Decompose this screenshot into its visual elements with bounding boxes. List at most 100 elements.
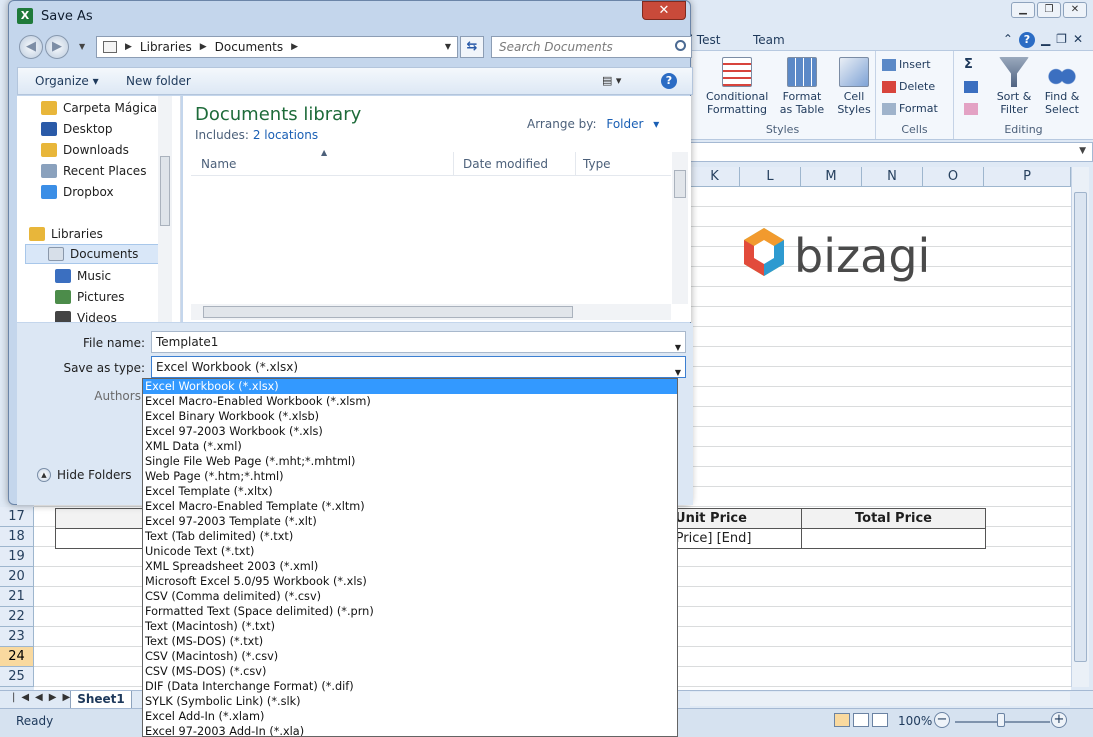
row-header-selected[interactable]: 24	[0, 647, 34, 667]
breadcrumb-libraries[interactable]: Libraries	[140, 40, 192, 54]
column-header[interactable]: O	[923, 167, 984, 187]
horizontal-scrollbar[interactable]	[690, 692, 1070, 706]
nav-item-carpeta-magica[interactable]: Carpeta Mágica	[41, 98, 157, 118]
nav-item-music[interactable]: Music	[55, 266, 111, 286]
column-type[interactable]: Type	[583, 157, 611, 171]
window-close-icon[interactable]: ✕	[1073, 32, 1083, 48]
nav-pane-scrollbar[interactable]	[158, 96, 172, 322]
insert-button[interactable]: Insert	[882, 58, 931, 71]
column-name[interactable]: Name	[201, 157, 236, 171]
column-separator[interactable]	[575, 152, 576, 176]
row-header[interactable]: 21	[0, 587, 34, 607]
tab-team[interactable]: Team	[753, 33, 785, 47]
formula-bar[interactable]: ▼	[690, 142, 1093, 162]
restore-icon[interactable]: ❐	[1037, 2, 1061, 18]
recent-pages-icon[interactable]: ▼	[79, 42, 85, 51]
dropdown-option[interactable]: Excel 97-2003 Template (*.xlt)	[143, 514, 677, 529]
file-list-vscroll-thumb[interactable]	[674, 170, 686, 198]
dropdown-option[interactable]: Excel Macro-Enabled Template (*.xltm)	[143, 499, 677, 514]
row-header[interactable]: 22	[0, 607, 34, 627]
formula-expand-icon[interactable]: ▼	[1079, 146, 1086, 156]
delete-button[interactable]: Delete	[882, 80, 935, 93]
row-header[interactable]: 25	[0, 667, 34, 687]
sheet-tab[interactable]: Sheet1	[70, 691, 132, 709]
column-header[interactable]: P	[984, 167, 1071, 187]
table-cell-total-price[interactable]	[801, 528, 986, 549]
row-header[interactable]: 20	[0, 567, 34, 587]
dialog-close-button[interactable]: ✕	[642, 1, 686, 20]
nav-item-dropbox[interactable]: Dropbox	[41, 182, 114, 202]
row-header[interactable]: 17	[0, 507, 34, 527]
page-layout-view-icon[interactable]	[853, 713, 869, 727]
clear-button[interactable]	[964, 103, 978, 115]
dropdown-option[interactable]: Text (Tab delimited) (*.txt)	[143, 529, 677, 544]
window-minimize-icon[interactable]: ▁	[1041, 32, 1050, 48]
file-list-hscroll-thumb[interactable]	[203, 306, 573, 318]
row-header[interactable]: 18	[0, 527, 34, 547]
help-icon[interactable]: ?	[661, 73, 677, 89]
locations-link[interactable]: 2 locations	[253, 128, 318, 142]
chevron-right-icon[interactable]: ▶	[125, 42, 132, 52]
refresh-icon[interactable]: ⇆	[460, 36, 484, 58]
file-list-vscroll[interactable]	[672, 152, 688, 304]
dropdown-option[interactable]: Unicode Text (*.txt)	[143, 544, 677, 559]
file-name-field[interactable]: Template1 ▼	[151, 331, 686, 353]
chevron-down-icon[interactable]: ▾	[653, 117, 659, 131]
chevron-right-icon[interactable]: ▶	[291, 42, 298, 52]
dropdown-option[interactable]: Excel Macro-Enabled Workbook (*.xlsm)	[143, 394, 677, 409]
column-header[interactable]: K	[690, 167, 740, 187]
change-view-button[interactable]: ▤ ▾	[602, 74, 621, 87]
nav-item-desktop[interactable]: Desktop	[41, 119, 113, 139]
nav-item-recent-places[interactable]: Recent Places	[41, 161, 146, 181]
column-header[interactable]: N	[862, 167, 923, 187]
cell-styles-button[interactable]: Cell Styles	[834, 57, 874, 116]
hide-folders-button[interactable]: ▲ Hide Folders	[37, 468, 132, 482]
new-folder-button[interactable]: New folder	[126, 74, 191, 88]
dropdown-option[interactable]: XML Spreadsheet 2003 (*.xml)	[143, 559, 677, 574]
nav-item-pictures[interactable]: Pictures	[55, 287, 125, 307]
dropdown-option[interactable]: Text (Macintosh) (*.txt)	[143, 619, 677, 634]
vertical-scroll-thumb[interactable]	[1074, 192, 1087, 662]
organize-button[interactable]: Organize ▾	[35, 74, 99, 88]
conditional-formatting-button[interactable]: Conditional Formatting	[706, 57, 768, 116]
nav-item-libraries[interactable]: Libraries	[29, 224, 103, 244]
column-date-modified[interactable]: Date modified	[463, 157, 548, 171]
address-bar[interactable]: ▶ Libraries ▶ Documents ▶ ▼	[96, 36, 458, 58]
nav-item-downloads[interactable]: Downloads	[41, 140, 129, 160]
row-header[interactable]: 23	[0, 627, 34, 647]
ribbon-minimize-icon[interactable]: ⌃	[1003, 32, 1013, 48]
dropdown-option[interactable]: Formatted Text (Space delimited) (*.prn)	[143, 604, 677, 619]
page-break-view-icon[interactable]	[872, 713, 888, 727]
zoom-slider-thumb[interactable]	[997, 713, 1005, 727]
dropdown-option[interactable]: Excel Add-In (*.xlam)	[143, 709, 677, 724]
dropdown-option[interactable]: Excel Binary Workbook (*.xlsb)	[143, 409, 677, 424]
zoom-out-icon[interactable]: −	[934, 712, 950, 728]
dropdown-option[interactable]: CSV (MS-DOS) (*.csv)	[143, 664, 677, 679]
breadcrumb-documents[interactable]: Documents	[215, 40, 283, 54]
search-icon[interactable]	[675, 40, 686, 51]
arrange-by-dropdown[interactable]: Folder	[606, 117, 643, 131]
column-header[interactable]: M	[801, 167, 862, 187]
nav-item-documents[interactable]: Documents	[25, 244, 165, 264]
format-as-table-button[interactable]: Format as Table	[776, 57, 828, 116]
fill-button[interactable]	[964, 81, 978, 93]
search-input[interactable]: Search Documents	[491, 36, 692, 58]
dropdown-option[interactable]: DIF (Data Interchange Format) (*.dif)	[143, 679, 677, 694]
column-header[interactable]: L	[740, 167, 801, 187]
normal-view-icon[interactable]	[834, 713, 850, 727]
find-select-button[interactable]: Find & Select	[1040, 57, 1084, 116]
zoom-level[interactable]: 100%	[898, 714, 932, 728]
dropdown-option[interactable]: Excel 97-2003 Workbook (*.xls)	[143, 424, 677, 439]
autosum-button[interactable]: Σ	[964, 57, 973, 72]
dropdown-option[interactable]: Single File Web Page (*.mht;*.mhtml)	[143, 454, 677, 469]
window-restore-icon[interactable]: ❐	[1056, 32, 1067, 48]
dropdown-option[interactable]: Excel Template (*.xltx)	[143, 484, 677, 499]
dropdown-option[interactable]: XML Data (*.xml)	[143, 439, 677, 454]
minimize-icon[interactable]: ▁	[1011, 2, 1035, 18]
chevron-right-icon[interactable]: ▶	[200, 42, 207, 52]
dropdown-option[interactable]: Excel 97-2003 Add-In (*.xla)	[143, 724, 677, 736]
back-icon[interactable]: ◀	[19, 35, 43, 59]
sort-filter-button[interactable]: Sort & Filter	[992, 57, 1036, 116]
dropdown-option-selected[interactable]: Excel Workbook (*.xlsx)	[143, 379, 677, 394]
format-button[interactable]: Format	[882, 102, 938, 115]
